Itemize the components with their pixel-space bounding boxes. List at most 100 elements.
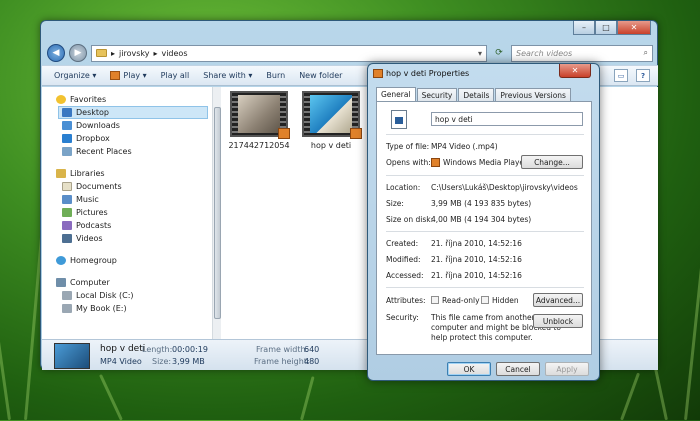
size-on-disk-value: 4,00 MB (4 194 304 bytes)	[431, 215, 532, 224]
star-icon	[56, 95, 66, 104]
video-thumbnail	[302, 91, 362, 139]
desktop-icon	[62, 108, 72, 117]
location-label: Location:	[386, 183, 421, 192]
nav-label: Music	[76, 195, 99, 204]
tab-previous-versions[interactable]: Previous Versions	[495, 88, 571, 101]
scrollbar-thumb[interactable]	[214, 107, 221, 319]
preview-pane-icon[interactable]: ▭	[614, 69, 628, 82]
cancel-button[interactable]: Cancel	[496, 362, 540, 376]
breadcrumb-jirovsky[interactable]: jirovsky	[119, 49, 149, 58]
media-player-icon	[431, 158, 440, 167]
address-sep: ▸	[111, 48, 116, 58]
nav-my-book[interactable]: My Book (E:)	[42, 302, 212, 315]
nav-pictures[interactable]: Pictures	[42, 206, 212, 219]
size-on-disk-label: Size on disk:	[386, 215, 434, 224]
back-button[interactable]: ◀	[47, 44, 65, 62]
nav-homegroup[interactable]: Homegroup	[42, 254, 212, 267]
media-player-icon	[278, 128, 290, 139]
file-item[interactable]: 217442712054	[228, 91, 290, 150]
share-with-button[interactable]: Share with ▾	[203, 71, 252, 80]
hidden-checkbox[interactable]	[481, 296, 489, 304]
nav-favorites[interactable]: Favorites	[42, 93, 212, 106]
recent-places-icon	[62, 147, 72, 156]
breadcrumb-videos[interactable]: videos	[161, 49, 187, 58]
play-button[interactable]: Play ▾	[110, 71, 147, 80]
hidden-label: Hidden	[492, 296, 519, 305]
nav-label: Local Disk (C:)	[76, 291, 134, 300]
tab-security[interactable]: Security	[416, 88, 458, 101]
unblock-button[interactable]: Unblock	[533, 314, 583, 328]
tab-bar: General Security Details Previous Versio…	[376, 87, 571, 101]
details-name: hop v deti	[100, 344, 146, 354]
chevron-down-icon[interactable]: ▾	[478, 49, 482, 58]
close-button[interactable]: ✕	[617, 21, 651, 35]
frame-width-value: 640	[304, 345, 320, 354]
file-item[interactable]: hop v deti	[300, 91, 362, 150]
nav-scrollbar[interactable]	[212, 87, 221, 357]
search-placeholder: Search videos	[516, 48, 573, 58]
maximize-button[interactable]: □	[595, 21, 617, 35]
accessed-value: 21. října 2010, 14:52:16	[431, 271, 522, 280]
nav-downloads[interactable]: Downloads	[42, 119, 212, 132]
folder-icon	[96, 49, 107, 57]
downloads-icon	[62, 121, 72, 130]
frame-width-label: Frame width:	[256, 345, 309, 354]
nav-music[interactable]: Music	[42, 193, 212, 206]
length-value: 00:00:19	[172, 345, 208, 354]
created-value: 21. října 2010, 14:52:16	[431, 239, 522, 248]
new-folder-button[interactable]: New folder	[299, 71, 342, 80]
ok-button[interactable]: OK	[447, 362, 491, 376]
documents-icon	[62, 182, 72, 191]
security-text-line: This file came from another	[431, 313, 535, 322]
address-bar[interactable]: ▸ jirovsky ▸ videos ▾	[91, 44, 487, 62]
nav-computer[interactable]: Computer	[42, 276, 212, 289]
file-name: hop v deti	[310, 141, 352, 150]
nav-dropbox[interactable]: Dropbox	[42, 132, 212, 145]
dialog-title: hop v deti Properties	[386, 69, 470, 78]
length-label: Length:	[142, 345, 173, 354]
play-icon	[110, 71, 121, 80]
nav-libraries[interactable]: Libraries	[42, 167, 212, 180]
nav-label: Documents	[76, 182, 122, 191]
opens-with-label: Opens with:	[386, 158, 431, 167]
advanced-button[interactable]: Advanced...	[533, 293, 583, 307]
apply-button[interactable]: Apply	[545, 362, 589, 376]
play-all-button[interactable]: Play all	[161, 71, 190, 80]
navigation-pane: Favorites Desktop Downloads Dropbox Rece…	[42, 87, 212, 357]
location-value: C:\Users\Lukáš\Desktop\jirovsky\videos	[431, 183, 578, 192]
tab-details[interactable]: Details	[458, 88, 495, 101]
video-thumbnail	[230, 91, 290, 139]
help-icon[interactable]: ?	[636, 69, 650, 82]
podcasts-icon	[62, 221, 72, 230]
tab-general[interactable]: General	[376, 87, 416, 101]
nav-podcasts[interactable]: Podcasts	[42, 219, 212, 232]
nav-local-disk[interactable]: Local Disk (C:)	[42, 289, 212, 302]
nav-label: Computer	[70, 278, 110, 287]
modified-label: Modified:	[386, 255, 421, 264]
details-type: MP4 Video	[100, 357, 142, 366]
type-value: MP4 Video (.mp4)	[431, 142, 498, 151]
refresh-icon[interactable]: ⟳	[491, 45, 507, 62]
change-button[interactable]: Change...	[521, 155, 583, 169]
nav-videos[interactable]: Videos	[42, 232, 212, 245]
accessed-label: Accessed:	[386, 271, 424, 280]
nav-label: Favorites	[70, 95, 107, 104]
nav-label: Dropbox	[76, 134, 110, 143]
nav-desktop[interactable]: Desktop	[58, 106, 208, 119]
search-input[interactable]: Search videos ⌕	[511, 44, 653, 62]
dialog-close-button[interactable]: ✕	[559, 64, 591, 78]
read-only-checkbox[interactable]	[431, 296, 439, 304]
nav-documents[interactable]: Documents	[42, 180, 212, 193]
general-panel: hop v deti Type of file: MP4 Video (.mp4…	[376, 101, 592, 355]
filename-input[interactable]: hop v deti	[431, 112, 583, 126]
organize-button[interactable]: Organize ▾	[54, 71, 96, 80]
minimize-button[interactable]: –	[573, 21, 595, 35]
burn-button[interactable]: Burn	[266, 71, 285, 80]
frame-height-label: Frame height:	[254, 357, 310, 366]
forward-button[interactable]: ▶	[69, 44, 87, 62]
type-label: Type of file:	[386, 142, 430, 151]
drive-icon	[62, 291, 72, 300]
window-controls: – □ ✕	[573, 21, 651, 35]
nav-recent-places[interactable]: Recent Places	[42, 145, 212, 158]
size-label: Size:	[386, 199, 404, 208]
